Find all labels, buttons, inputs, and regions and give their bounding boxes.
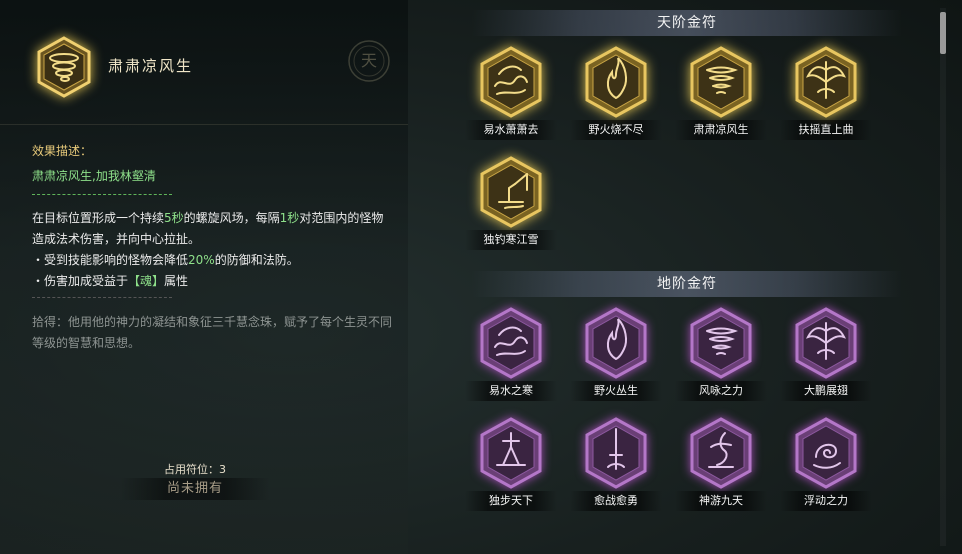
divider — [32, 297, 172, 299]
talisman-name-label: 野火丛生 — [570, 381, 662, 401]
talisman-name-label: 野火烧不尽 — [570, 120, 662, 140]
scrollbar-track[interactable] — [940, 8, 946, 546]
wings-icon — [795, 307, 857, 379]
warrior-icon — [480, 417, 542, 489]
talisman-slot[interactable]: 风咏之力 — [675, 307, 767, 415]
scrollbar-thumb[interactable] — [940, 12, 946, 54]
tornado-icon — [690, 307, 752, 379]
section-header-earth: 地阶金符 — [472, 271, 902, 297]
fisherman-icon — [480, 156, 542, 228]
talisman-slot[interactable]: 易水之寒 — [465, 307, 557, 415]
tier-seal-icon: 天 — [346, 38, 392, 84]
talisman-name-label: 易水之寒 — [465, 381, 557, 401]
talisman-slot[interactable]: 易水萧萧去 — [465, 46, 557, 154]
talisman-name: 肃肃凉风生 — [108, 57, 194, 75]
talisman-name-label: 扶摇直上曲 — [780, 120, 872, 140]
talisman-slot[interactable]: 浮动之力 — [780, 417, 872, 525]
wings-icon — [795, 46, 857, 118]
effect-text-scaling: ・伤害加成受益于【魂】属性 — [32, 274, 189, 288]
wave-dragon-icon — [480, 46, 542, 118]
talisman-name-label: 浮动之力 — [780, 491, 872, 511]
talisman-grid: 天阶金符 地阶金符 易水萧萧去 野火烧不尽 肃肃凉风生 扶摇直上曲独钓寒江雪易水之寒野… — [408, 0, 938, 554]
wave-dragon-icon — [480, 307, 542, 379]
divider — [32, 194, 172, 196]
talisman-slot[interactable]: 野火烧不尽 — [570, 46, 662, 154]
talisman-slot[interactable]: 独钓寒江雪 — [465, 156, 557, 264]
section-header-gold: 天阶金符 — [472, 10, 902, 36]
sword-icon — [585, 417, 647, 489]
tornado-icon — [690, 46, 752, 118]
talisman-name-label: 独钓寒江雪 — [465, 230, 557, 250]
talisman-name-label: 大鹏展翅 — [780, 381, 872, 401]
talisman-slot[interactable]: 神游九天 — [675, 417, 767, 525]
dancer-icon — [690, 417, 752, 489]
talisman-name-label: 独步天下 — [465, 491, 557, 511]
talisman-name-label: 愈战愈勇 — [570, 491, 662, 511]
swirl-icon — [795, 417, 857, 489]
slot-cost: 占用符位：3 — [164, 463, 226, 476]
tier-seal-char: 天 — [360, 51, 377, 70]
talisman-slot[interactable]: 大鹏展翅 — [780, 307, 872, 415]
talisman-name-label: 肃肃凉风生 — [675, 120, 767, 140]
talisman-name-label: 神游九天 — [675, 491, 767, 511]
talisman-slot[interactable]: 愈战愈勇 — [570, 417, 662, 525]
owned-status: 尚未拥有 — [120, 478, 270, 500]
talisman-verse: 肃肃凉风生,加我林壑清 — [32, 169, 156, 183]
lore-text: 拾得：他用他的神力的凝结和象征三千慧念珠，赋予了每个生灵不同等级的智慧和思想。 — [32, 315, 393, 350]
effect-description-label: 效果描述： — [32, 144, 93, 158]
tornado-talisman-icon — [37, 36, 91, 98]
flame-icon — [585, 46, 647, 118]
talisman-name-label: 易水萧萧去 — [465, 120, 557, 140]
talisman-detail-panel: 肃肃凉风生 天 效果描述： 肃肃凉风生,加我林壑清 在目标位置形成一个持续5秒的… — [0, 0, 408, 554]
effect-text-main: 在目标位置形成一个持续5秒的螺旋风场，每隔1秒对范围内的怪物造成法术伤害，并向中… — [32, 211, 384, 246]
talisman-name-label: 风咏之力 — [675, 381, 767, 401]
effect-text-debuff: ・受到技能影响的怪物会降低20%的防御和法防。 — [32, 253, 299, 267]
talisman-slot[interactable]: 独步天下 — [465, 417, 557, 525]
talisman-slot[interactable]: 肃肃凉风生 — [675, 46, 767, 154]
talisman-slot[interactable]: 扶摇直上曲 — [780, 46, 872, 154]
talisman-slot[interactable]: 野火丛生 — [570, 307, 662, 415]
flame-icon — [585, 307, 647, 379]
